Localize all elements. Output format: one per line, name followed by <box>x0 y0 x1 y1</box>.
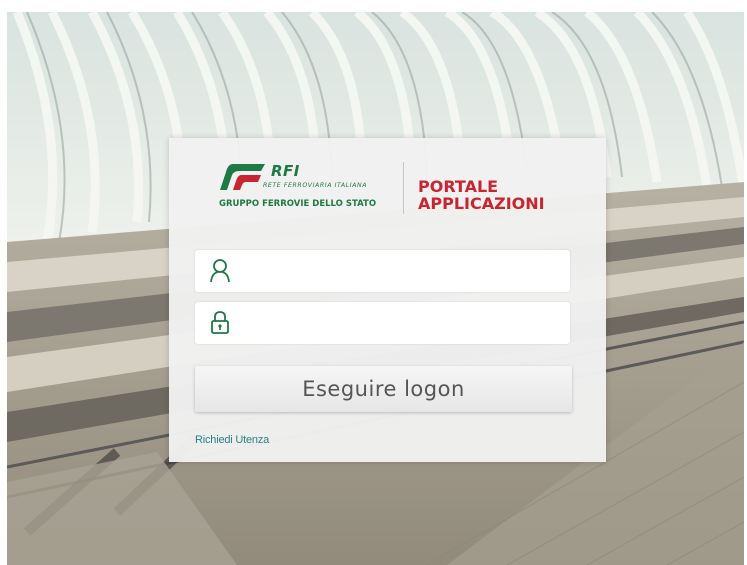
fs-logo-icon <box>220 164 265 190</box>
lock-icon <box>211 311 229 334</box>
brand-header: RFI RETE FERROVIARIA ITALIANA GRUPPO FER… <box>219 160 559 220</box>
rfi-subtitle: RETE FERROVIARIA ITALIANA <box>263 182 368 189</box>
rfi-wordmark: RFI <box>271 162 300 180</box>
portal-title-line1: PORTALE <box>418 177 499 196</box>
brand-divider <box>403 162 404 214</box>
portal-title-line2: APPLICAZIONI <box>418 194 545 213</box>
user-icon <box>210 259 230 283</box>
password-input[interactable] <box>243 310 562 338</box>
username-input[interactable] <box>243 258 562 286</box>
group-name: GRUPPO FERROVIE DELLO STATO <box>219 199 377 209</box>
username-field[interactable] <box>195 250 570 292</box>
request-account-link[interactable]: Richiedi Utenza <box>195 434 269 446</box>
portal-title: PORTALE APPLICAZIONI <box>418 178 545 212</box>
password-field[interactable] <box>195 302 570 344</box>
logon-button[interactable]: Eseguire logon <box>195 366 572 412</box>
login-panel: RFI RETE FERROVIARIA ITALIANA GRUPPO FER… <box>169 138 606 462</box>
